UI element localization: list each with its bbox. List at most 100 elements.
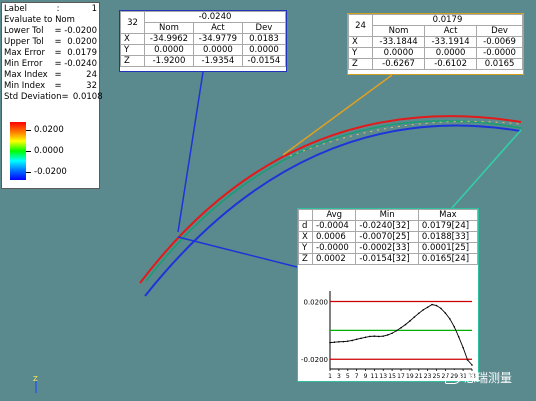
statistics-panel[interactable]: Label:1 Evaluate to Nom Lower Tol = -0.0200 U… [1, 2, 103, 189]
table-row: Z 0.0002 -0.0154[32] 0.0165[24] [298, 253, 479, 265]
stat-value: 0.0108 [72, 92, 103, 102]
stat-sep: = [54, 70, 62, 80]
data-point [453, 325, 456, 328]
deviation-summary-panel[interactable]: Avg Min Max d -0.0004 -0.0240[32] 0.0179[24… [297, 208, 479, 382]
color-legend: 0.0200 0.0000 -0.0200 [8, 122, 98, 184]
table-row: X -34.9962 -34.9779 0.0183 [120, 33, 287, 45]
data-point [369, 335, 371, 338]
x-tick-label: 11 [371, 373, 379, 379]
nom-cell: -33.1844 [371, 36, 426, 48]
axis-cell: X [298, 231, 313, 243]
stat-row: Min Index = 32 [4, 81, 97, 92]
stat-value: 0.0179 [67, 48, 97, 58]
leader-line-summary-blue [177, 236, 298, 268]
data-point [471, 364, 473, 366]
x-tick-label: 7 [355, 373, 359, 379]
data-point [329, 341, 331, 344]
data-point [462, 346, 464, 349]
data-point [417, 312, 420, 315]
act-cell: 0.0000 [192, 44, 243, 56]
axis-cell: X [120, 33, 145, 45]
table-row: X -33.1844 -33.1914 -0.0069 [348, 36, 523, 48]
point-32-callout[interactable]: 32 -0.0240 Nom Act Dev X -34.9962 -34.9779… [119, 10, 287, 72]
act-cell: -33.1914 [424, 36, 478, 48]
data-point [333, 341, 336, 343]
act-cell: 0.0000 [424, 47, 478, 59]
data-point [364, 336, 367, 339]
table-row: Y 0.0000 0.0000 0.0000 [120, 44, 287, 56]
x-tick-label: 9 [364, 373, 368, 379]
corner-cell [298, 209, 313, 221]
stat-row: Evaluate to Nom [4, 15, 97, 26]
x-tick-label: 25 [433, 373, 441, 379]
col-act: Act [192, 22, 243, 34]
stat-key: Std Deviation [4, 92, 62, 102]
watermark: 思瑞测量 [445, 367, 533, 387]
col-nom: Nom [144, 22, 194, 34]
stat-row: Std Deviation = 0.0108 [4, 92, 103, 103]
col-dev: Dev [476, 25, 523, 37]
axis-triad-icon: Z [33, 375, 38, 393]
axis-cell: Y [120, 44, 145, 56]
stat-key: Max Index [4, 70, 48, 80]
stat-sep: = [54, 48, 62, 58]
avg-cell: 0.0002 [311, 253, 357, 265]
color-scale-bar [10, 122, 26, 180]
table-row: Y 0.0000 0.0000 -0.0000 [348, 47, 523, 59]
dev-cell: 0.0183 [241, 33, 287, 45]
axis-cell: Z [120, 55, 145, 67]
table-row: Z -0.6267 -0.6102 0.0165 [348, 58, 523, 70]
act-cell: -0.6102 [424, 58, 478, 70]
leader-line-summary-teal [451, 129, 522, 209]
min-cell: -0.0154[32] [355, 253, 419, 265]
nom-cell: -0.6267 [371, 58, 426, 70]
max-cell: 0.0165[24] [417, 253, 479, 265]
leader-line-32 [177, 71, 204, 233]
data-point [351, 339, 353, 342]
x-tick-label: 5 [346, 373, 350, 379]
table-row: Y -0.0000 -0.0002[33] 0.0001[25] [298, 242, 479, 254]
data-point [444, 312, 447, 314]
watermark-text: 思瑞测量 [464, 370, 513, 385]
table-row: Z -1.9200 -1.9354 -0.0154 [120, 55, 287, 67]
data-point [382, 335, 385, 337]
min-cell: -0.0002[33] [355, 242, 419, 254]
stat-row: Upper Tol = 0.0200 [4, 37, 97, 48]
act-cell: -34.9779 [192, 33, 243, 45]
stat-row: Min Error = -0.0240 [4, 59, 97, 70]
legend-tick-mid [26, 151, 31, 152]
stat-sep: : [56, 4, 60, 14]
stat-value: 0.0200 [67, 37, 97, 47]
axis-cell: Z [298, 253, 313, 265]
stat-value: -0.0240 [64, 59, 97, 69]
dev-cell: -0.0000 [476, 47, 523, 59]
max-cell: 0.0179[24] [417, 220, 479, 232]
nom-cell: 0.0000 [144, 44, 194, 56]
legend-bottom-label: -0.0200 [34, 167, 67, 177]
stat-sep: = [54, 81, 62, 91]
stat-value: 24 [86, 70, 97, 80]
data-point [338, 340, 340, 343]
data-point [386, 334, 389, 336]
stat-sep: = [54, 26, 62, 36]
stat-heading: Evaluate to Nom [4, 15, 75, 25]
stat-row: Label: 1 [4, 4, 97, 15]
deviation-series-line [329, 304, 473, 366]
stat-sep: = [61, 92, 69, 102]
point-24-callout[interactable]: 24 0.0179 Nom Act Dev X -33.1844 -33.1914-… [347, 13, 524, 75]
stat-row: Max Error = 0.0179 [4, 48, 97, 59]
stat-key: Min Index [4, 81, 46, 91]
point-index: 32 [120, 11, 145, 34]
col-avg: Avg [311, 209, 357, 221]
nom-cell: 0.0000 [371, 47, 426, 59]
wechat-logo-icon [445, 370, 461, 384]
legend-mid-label: 0.0000 [34, 146, 64, 156]
table-row: X 0.0006 -0.0070[25] 0.0188[33] [298, 231, 479, 243]
data-point [449, 318, 451, 320]
deviation-plot: 0.0200-0.02001 3 5 7 9 11 13 15 17 19 21 23 25 27 29 31… [301, 291, 476, 379]
stat-sep: = [54, 37, 62, 47]
table-row: d -0.0004 -0.0240[32] 0.0179[24] [298, 220, 479, 232]
stat-value: 1 [91, 4, 97, 14]
axis-cell: X [348, 36, 373, 48]
x-tick-label: 13 [379, 373, 387, 379]
